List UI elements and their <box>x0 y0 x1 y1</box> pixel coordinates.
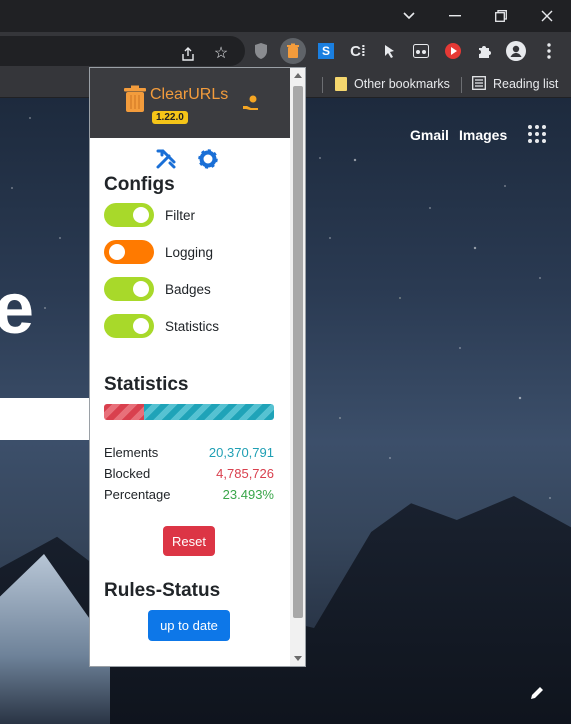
trash-can-logo-icon <box>123 85 147 113</box>
tools-wrench-icon[interactable] <box>155 148 177 175</box>
title-bar <box>0 0 571 32</box>
configs-heading: Configs <box>104 174 175 195</box>
statistics-toggle-row[interactable]: Statistics <box>104 314 219 338</box>
brand-name: ClearURLs <box>150 86 229 103</box>
settings-gear-icon[interactable] <box>197 148 219 175</box>
tab-search-chevron-icon[interactable] <box>386 0 432 32</box>
progress-remaining-segment <box>143 404 274 420</box>
blocked-progress-bar <box>104 404 274 420</box>
scroll-thumb[interactable] <box>293 86 303 618</box>
rules-status-button[interactable]: up to date <box>148 610 230 641</box>
s-extension-icon[interactable]: S <box>315 40 337 62</box>
close-button[interactable] <box>524 0 570 32</box>
ublock-icon[interactable] <box>250 40 272 62</box>
elements-label: Elements <box>104 445 159 460</box>
reading-list[interactable]: Reading list <box>472 75 558 93</box>
reading-list-label: Reading list <box>493 77 559 91</box>
reader-extension-icon[interactable] <box>410 40 432 62</box>
profile-avatar-icon[interactable] <box>505 40 527 62</box>
blocked-value: 4,785,726 <box>216 466 274 481</box>
statistics-toggle-label: Statistics <box>165 318 220 334</box>
stat-row-percentage: Percentage 23.493% <box>104 487 274 502</box>
address-bar[interactable] <box>0 36 245 66</box>
browser-menu-icon[interactable] <box>538 40 560 62</box>
stat-row-blocked: Blocked 4,785,726 <box>104 466 274 481</box>
badges-toggle-row[interactable]: Badges <box>104 277 211 301</box>
percentage-value: 23.493% <box>222 487 274 502</box>
extensions-puzzle-icon[interactable] <box>474 40 496 62</box>
logging-label: Logging <box>165 244 214 260</box>
gmail-link[interactable]: Gmail <box>410 127 449 143</box>
statistics-toggle[interactable] <box>104 314 154 338</box>
clearurls-extension-icon[interactable] <box>280 38 306 64</box>
filter-toggle-row[interactable]: Filter <box>104 203 195 227</box>
folder-icon <box>335 77 347 91</box>
bookmark-star-icon[interactable]: ☆ <box>210 42 232 64</box>
restore-button[interactable] <box>478 0 524 32</box>
logging-toggle[interactable] <box>104 240 154 264</box>
bookmarks-divider <box>461 77 462 93</box>
filter-toggle[interactable] <box>104 203 154 227</box>
bookmarks-divider <box>322 77 323 93</box>
popup-scrollbar[interactable] <box>290 68 305 666</box>
share-icon[interactable] <box>177 43 199 65</box>
other-bookmarks-label: Other bookmarks <box>354 77 450 91</box>
pencil-icon[interactable] <box>530 686 544 705</box>
reset-button[interactable]: Reset <box>163 526 215 556</box>
elements-value: 20,370,791 <box>208 445 274 460</box>
rules-status-heading: Rules-Status <box>104 580 221 601</box>
badges-label: Badges <box>165 281 211 297</box>
images-link[interactable]: Images <box>459 127 507 143</box>
version-badge: 1.22.0 <box>152 111 188 124</box>
popup-tools <box>155 148 219 175</box>
minimize-button[interactable] <box>432 0 478 32</box>
donate-hand-coin-icon[interactable] <box>242 94 260 116</box>
search-input[interactable] <box>0 398 100 440</box>
scroll-down-arrow-icon[interactable] <box>294 656 302 661</box>
stat-row-elements: Elements 20,370,791 <box>104 445 274 460</box>
popup-header: ClearURLs 1.22.0 <box>90 68 290 138</box>
reading-list-icon <box>472 75 486 93</box>
filter-label: Filter <box>165 207 195 223</box>
statistics-heading: Statistics <box>104 374 189 395</box>
other-bookmarks[interactable]: Other bookmarks <box>335 75 450 93</box>
cursor-extension-icon[interactable] <box>378 40 400 62</box>
logo-letter: e <box>0 269 35 349</box>
browser-toolbar: ☆ S C⁞ <box>0 32 571 70</box>
play-extension-icon[interactable] <box>442 40 464 62</box>
blocked-label: Blocked <box>104 466 151 481</box>
apps-grid-icon[interactable] <box>528 125 546 143</box>
code-extension-icon[interactable]: C⁞ <box>347 40 369 62</box>
progress-blocked-segment <box>104 404 144 420</box>
logging-toggle-row[interactable]: Logging <box>104 240 213 264</box>
percentage-label: Percentage <box>104 487 171 502</box>
clearurls-popup: ClearURLs 1.22.0 Configs Filter Logging … <box>89 67 306 667</box>
badges-toggle[interactable] <box>104 277 154 301</box>
scroll-up-arrow-icon[interactable] <box>294 73 302 78</box>
